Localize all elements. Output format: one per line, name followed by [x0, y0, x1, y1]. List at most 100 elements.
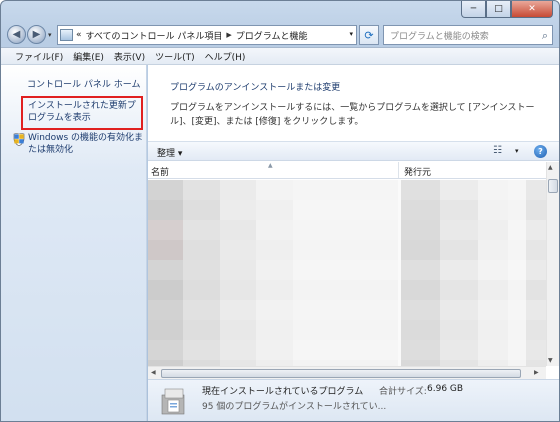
publisher-cell	[508, 340, 526, 360]
publisher-cell	[401, 300, 440, 320]
refresh-button[interactable]: ⟳	[359, 25, 379, 45]
views-dropdown-icon[interactable]: ▾	[515, 147, 519, 155]
table-row[interactable]	[148, 240, 546, 260]
scroll-down-icon[interactable]: ▼	[548, 357, 553, 364]
sort-ascending-icon: ▲	[268, 162, 273, 169]
breadcrumb-all-items[interactable]: すべてのコントロール パネル項目	[86, 29, 223, 42]
program-name-cell	[256, 180, 293, 200]
program-name-cell	[256, 340, 293, 360]
program-name-cell	[220, 200, 256, 220]
program-name-cell	[256, 260, 293, 280]
publisher-cell	[440, 200, 478, 220]
vertical-scroll-thumb[interactable]	[548, 179, 558, 193]
recent-pages-dropdown[interactable]: ▾	[48, 31, 52, 39]
installed-programs-title: 現在インストールされているプログラム	[202, 387, 364, 397]
table-row[interactable]	[148, 300, 546, 320]
view-installed-updates-link[interactable]: インストールされた更新プログラムを表示	[21, 96, 143, 130]
publisher-cell	[478, 260, 508, 280]
menu-file[interactable]: ファイル(F)	[15, 50, 63, 63]
publisher-cell	[508, 240, 526, 260]
minimize-button[interactable]: ─	[461, 1, 486, 18]
close-button[interactable]: ✕	[511, 1, 553, 18]
vertical-scrollbar[interactable]: ▲ ▼	[546, 162, 559, 366]
publisher-cell	[440, 220, 478, 240]
search-icon[interactable]: ⌕	[542, 29, 548, 43]
publisher-cell	[526, 260, 546, 280]
publisher-cell	[401, 340, 440, 360]
publisher-cell	[440, 180, 478, 200]
publisher-cell	[508, 220, 526, 240]
publisher-cell	[401, 220, 440, 240]
menu-view[interactable]: 表示(V)	[114, 50, 145, 63]
program-name-cell	[220, 280, 256, 300]
total-size-value: 6.96 GB	[427, 384, 464, 394]
column-divider[interactable]	[398, 162, 399, 178]
horizontal-scrollbar[interactable]: ◀ ▶	[148, 366, 546, 379]
back-button[interactable]: ◀	[7, 25, 26, 44]
program-name-cell	[256, 220, 293, 240]
scroll-left-icon[interactable]: ◀	[151, 369, 156, 376]
breadcrumb-separator-icon[interactable]: ▶	[226, 31, 231, 39]
program-name-cell	[220, 260, 256, 280]
publisher-cell	[478, 220, 508, 240]
program-name-cell	[183, 200, 220, 220]
program-name-cell	[148, 180, 183, 200]
program-list	[148, 180, 546, 366]
address-overflow[interactable]: «	[76, 30, 82, 40]
address-dropdown-icon[interactable]: ▾	[349, 30, 353, 38]
program-name-cell	[148, 260, 183, 280]
program-name-cell	[183, 280, 220, 300]
program-name-cell	[183, 260, 220, 280]
publisher-cell	[478, 320, 508, 340]
menu-help[interactable]: ヘルプ(H)	[205, 50, 246, 63]
table-row[interactable]	[148, 260, 546, 280]
window-controls: ─ □ ✕	[461, 1, 553, 18]
address-bar[interactable]: « すべてのコントロール パネル項目 ▶ プログラムと機能 ▾	[57, 25, 357, 45]
list-header: ▲ 名前 発行元	[148, 162, 546, 179]
table-row[interactable]	[148, 320, 546, 340]
breadcrumb-programs[interactable]: プログラムと機能	[236, 29, 308, 42]
refresh-icon: ⟳	[364, 28, 374, 42]
command-bar: 整理 ▾ ☷ ▾ ?	[148, 141, 559, 161]
table-row[interactable]	[148, 200, 546, 220]
menu-tools[interactable]: ツール(T)	[155, 50, 195, 63]
horizontal-scroll-thumb[interactable]	[161, 369, 521, 378]
control-panel-home-link[interactable]: コントロール パネル ホーム	[27, 77, 140, 90]
table-row[interactable]	[148, 280, 546, 300]
page-description: プログラムをアンインストールするには、一覧からプログラムを選択して [アンインス…	[170, 103, 535, 127]
scroll-right-icon[interactable]: ▶	[534, 369, 539, 376]
back-arrow-icon: ◀	[12, 29, 21, 40]
menu-edit[interactable]: 編集(E)	[73, 50, 104, 63]
program-features-window: ─ □ ✕ ◀ ▶ ▾ « すべてのコントロール パネル項目 ▶ プログラムと機…	[0, 0, 560, 422]
table-row[interactable]	[148, 340, 546, 360]
table-row[interactable]	[148, 180, 546, 200]
program-name-cell	[183, 340, 220, 360]
forward-button[interactable]: ▶	[27, 25, 46, 44]
views-icon[interactable]: ☷	[493, 145, 502, 156]
windows-features-link[interactable]: Windows の機能の有効化または無効化	[13, 132, 145, 156]
publisher-cell	[526, 180, 546, 200]
search-input[interactable]: プログラムと機能の検索 ⌕	[383, 25, 553, 45]
publisher-cell	[478, 240, 508, 260]
column-header-publisher[interactable]: 発行元	[404, 165, 431, 178]
control-panel-icon	[60, 29, 73, 41]
maximize-button[interactable]: □	[486, 1, 511, 18]
scroll-up-icon[interactable]: ▲	[548, 164, 553, 171]
program-name-cell	[293, 200, 398, 220]
table-row[interactable]	[148, 220, 546, 240]
program-name-cell	[256, 300, 293, 320]
publisher-cell	[401, 280, 440, 300]
details-pane: 現在インストールされているプログラム 合計サイズ: 6.96 GB 95 個のプ…	[148, 379, 559, 421]
publisher-cell	[508, 200, 526, 220]
column-header-name[interactable]: 名前	[151, 165, 169, 178]
program-name-cell	[293, 300, 398, 320]
organize-button[interactable]: 整理 ▾	[157, 146, 182, 159]
program-name-cell	[183, 320, 220, 340]
program-name-cell	[256, 320, 293, 340]
publisher-cell	[526, 280, 546, 300]
publisher-cell	[526, 220, 546, 240]
forward-arrow-icon: ▶	[32, 29, 41, 40]
help-icon[interactable]: ?	[534, 145, 547, 158]
publisher-cell	[478, 340, 508, 360]
program-name-cell	[220, 220, 256, 240]
